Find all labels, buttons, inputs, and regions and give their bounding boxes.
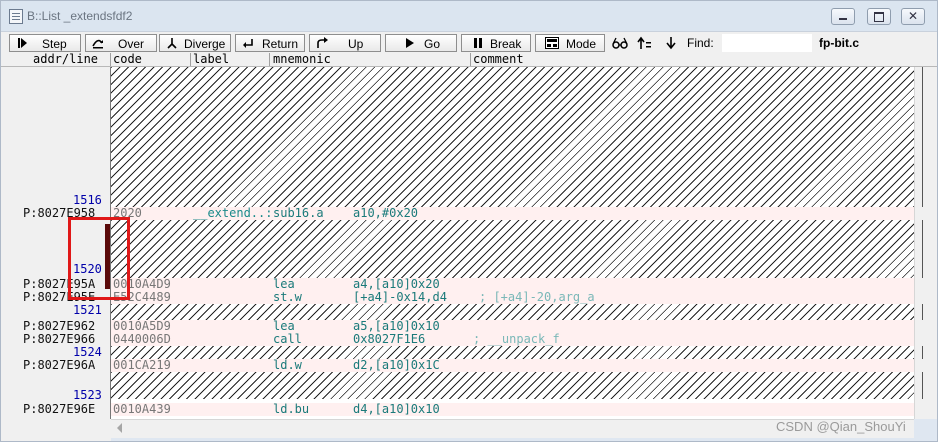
return-button[interactable]: Return [235, 34, 305, 52]
table-row[interactable]: P:8027E958 2020 __extend..: sub16.a a10,… [1, 207, 914, 220]
disassembly-list[interactable]: 1516 P:8027E958 2020 __extend..: sub16.a… [1, 67, 914, 419]
up-button[interactable]: Up [309, 34, 381, 52]
step-button[interactable]: Step [9, 34, 81, 52]
comment: ; __unpack_f [473, 332, 560, 346]
column-comment[interactable]: comment [473, 53, 524, 66]
column-mnemonic[interactable]: mnemonic [273, 53, 331, 66]
operands: a10,#0x20 [353, 206, 419, 220]
operands: d2,[a10]0x1C [353, 358, 440, 372]
break-label: Break [490, 37, 522, 51]
restore-button[interactable] [867, 8, 891, 25]
table-row[interactable]: P:8027E966 0440006D call 0x8027F1E6 ; __… [1, 333, 914, 346]
diverge-label: Diverge [184, 37, 226, 51]
operands: 0x8027F1E6 [353, 332, 426, 346]
glasses-icon [612, 37, 628, 49]
step-over-icon [92, 39, 103, 49]
up-label: Up [348, 37, 364, 51]
operands: d4,[a10]0x10 [353, 402, 440, 416]
opcode: 001CA219 [113, 358, 171, 372]
source-file-name: fp-bit.c [819, 36, 859, 50]
column-code[interactable]: code [113, 53, 142, 66]
vertical-scrollbar[interactable] [914, 67, 937, 419]
scroll-left-arrow-icon[interactable] [117, 423, 122, 433]
restore-icon [874, 12, 884, 22]
list-window-icon [9, 9, 23, 24]
symbol-label: __extend..: [193, 206, 273, 220]
return-icon [243, 39, 253, 48]
column-addr-line[interactable]: addr/line [33, 53, 98, 66]
over-button[interactable]: Over [85, 34, 157, 52]
table-row[interactable]: P:8027E96E 0010A439 ld.bu d4,[a10]0x10 [1, 403, 914, 416]
column-label[interactable]: label [193, 53, 229, 66]
mode-label: Mode [566, 37, 597, 51]
list-window: B::List _extendsfdf2 ✕ Step Over Diverge… [0, 0, 938, 442]
diverge-icon [167, 38, 177, 49]
column-header: addr/line code label mnemonic comment [1, 53, 937, 67]
source-line-number: 1521 [73, 303, 102, 317]
go-icon [406, 38, 414, 48]
mnemonic: call [273, 332, 302, 346]
view-toggle-button[interactable] [609, 34, 631, 52]
step-icon [18, 38, 27, 48]
opcode: 0440006D [113, 332, 171, 346]
diverge-button[interactable]: Diverge [159, 34, 231, 52]
go-button[interactable]: Go [385, 34, 457, 52]
table-row[interactable]: P:8027E96A 001CA219 ld.w d2,[a10]0x1C [1, 359, 914, 372]
step-label: Step [42, 37, 67, 51]
toolbar: Step Over Diverge Return Up Go Break Mod… [1, 31, 937, 54]
list-item[interactable]: 1521 [1, 304, 914, 317]
watermark: CSDN @Qian_ShouYi [776, 419, 906, 434]
minimize-button[interactable] [831, 8, 855, 25]
find-input[interactable] [722, 34, 812, 52]
mnemonic: ld.w [273, 358, 302, 372]
find-label: Find: [687, 36, 714, 50]
window-title: B::List _extendsfdf2 [27, 9, 133, 23]
close-button[interactable]: ✕ [901, 8, 925, 25]
list-item[interactable]: 1523 [1, 389, 914, 402]
down-frame-button[interactable] [661, 34, 683, 52]
over-label: Over [118, 37, 145, 51]
go-label: Go [424, 37, 441, 51]
source-line-number: 1523 [73, 388, 102, 402]
mnemonic: sub16.a [273, 206, 324, 220]
scrollbar-corner [1, 419, 111, 441]
highlight-box [68, 217, 130, 300]
return-label: Return [262, 37, 299, 51]
up-frame-icon [637, 36, 651, 49]
address: P:8027E96E [23, 402, 96, 416]
mode-button[interactable]: Mode [535, 34, 605, 52]
address: P:8027E96A [23, 358, 96, 372]
title-bar[interactable]: B::List _extendsfdf2 ✕ [1, 1, 937, 31]
arrow-down-icon [666, 37, 676, 50]
close-icon: ✕ [908, 9, 919, 23]
minimize-icon [839, 18, 847, 20]
up-frame-button[interactable] [635, 34, 657, 52]
comment: ; [+a4]-20,arg_a [479, 290, 595, 304]
break-icon [474, 38, 482, 48]
break-button[interactable]: Break [461, 34, 531, 52]
up-icon [317, 37, 328, 48]
mnemonic: ld.bu [273, 402, 310, 416]
opcode: 0010A439 [113, 402, 171, 416]
hatched-region [111, 67, 914, 207]
list-item[interactable]: 1520 [1, 263, 914, 276]
mnemonic: st.w [273, 290, 302, 304]
operands: [+a4]-0x14,d4 [353, 290, 447, 304]
mode-icon [545, 37, 559, 49]
table-row[interactable]: P:8027E95E E52C4489 st.w [+a4]-0x14,d4 ;… [1, 291, 914, 304]
